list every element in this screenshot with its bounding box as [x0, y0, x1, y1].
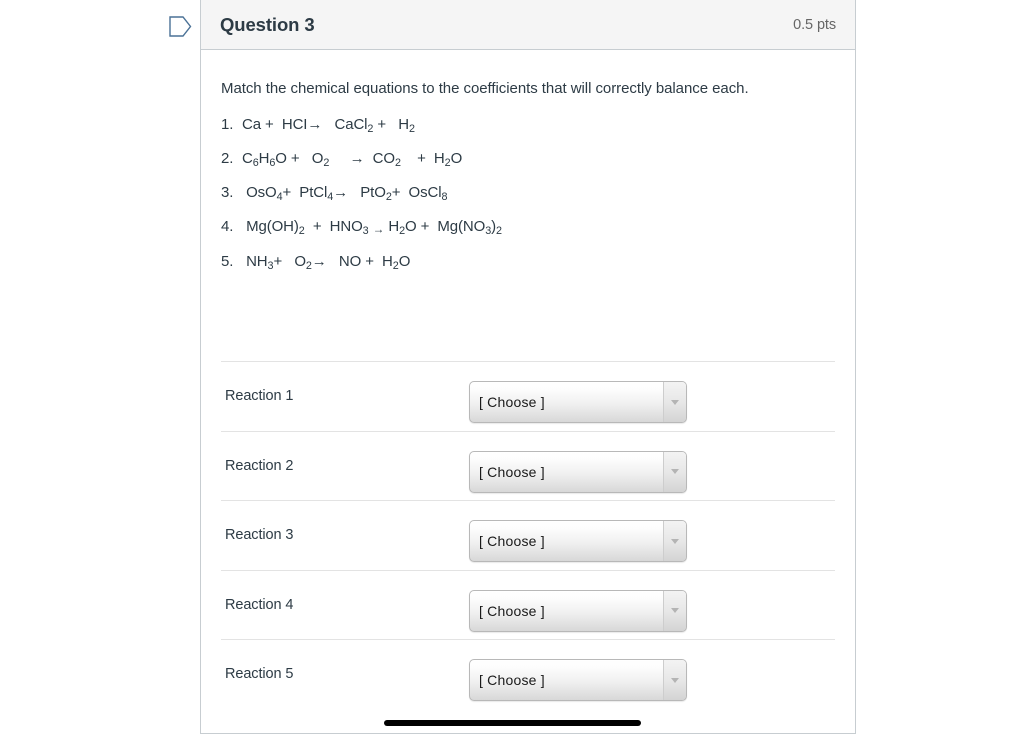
dropdown-selected-value: [ Choose ] [479, 463, 545, 480]
equation-item: 5. NH3+ O2→ NO + H2O [221, 244, 835, 278]
dropdown-selected-value: [ Choose ] [479, 394, 545, 411]
matching-row-label: Reaction 4 [225, 596, 294, 613]
equation-list: 1. Ca + HCI→ CaCl2 + H2 2. C6H6O + O2 → CO… [221, 107, 835, 278]
dropdown-selected-value: [ Choose ] [479, 533, 545, 550]
chevron-down-icon[interactable] [663, 521, 686, 562]
equation-item: 1. Ca + HCI→ CaCl2 + H2 [221, 107, 835, 141]
equation-item: 3. OsO4+ PtCl4→ PtO2+ OsCl8 [221, 175, 835, 209]
matching-row-label: Reaction 5 [225, 666, 294, 683]
equation-text: Ca + HCI→ CaCl2 + H2 [242, 116, 415, 136]
matching-select-wrapper: [ Choose ] [469, 450, 687, 493]
equation-item: 2. C6H6O + O2 → CO2 + H2O [221, 141, 835, 175]
equation-number: 2. [221, 150, 234, 167]
equation-item: 4. Mg(OH)2 + HNO3 → H2O + Mg(NO3)2 [221, 209, 835, 244]
matching-row-label: Reaction 3 [225, 527, 294, 544]
question-card: Question 3 0.5 pts Match the chemical eq… [200, 0, 856, 734]
reaction-3-dropdown[interactable]: [ Choose ] [469, 520, 687, 563]
chevron-down-icon[interactable] [663, 451, 686, 492]
question-body: Match the chemical equations to the coef… [201, 50, 855, 278]
matching-select-wrapper: [ Choose ] [469, 589, 687, 632]
reaction-2-dropdown[interactable]: [ Choose ] [469, 450, 687, 493]
page-title: Question 3 [220, 13, 315, 35]
matching-row: Reaction 3 [ Choose ] [221, 500, 835, 570]
matching-row: Reaction 1 [ Choose ] [221, 361, 835, 431]
question-tag-marker-icon [169, 16, 192, 37]
equation-number: 4. [221, 218, 234, 235]
question-header: Question 3 0.5 pts [201, 0, 855, 50]
chevron-down-icon[interactable] [663, 590, 686, 631]
question-points: 0.5 pts [793, 16, 836, 33]
question-prompt: Match the chemical equations to the coef… [221, 80, 749, 97]
equation-text: C6H6O + O2 → CO2 + H2O [242, 150, 463, 170]
chevron-down-icon[interactable] [663, 382, 686, 423]
matching-select-wrapper: [ Choose ] [469, 520, 687, 563]
equation-text: NH3+ O2→ NO + H2O [242, 253, 411, 273]
equation-text: Mg(OH)2 + HNO3 → H2O + Mg(NO3)2 [242, 218, 502, 238]
equation-number: 5. [221, 253, 234, 271]
matching-row: Reaction 4 [ Choose ] [221, 569, 835, 640]
matching-row: Reaction 2 [ Choose ] [221, 430, 835, 501]
matching-row-label: Reaction 1 [225, 388, 294, 405]
reaction-5-dropdown[interactable]: [ Choose ] [469, 659, 687, 702]
horizontal-scrollbar-thumb[interactable] [384, 720, 641, 726]
chevron-down-icon[interactable] [663, 660, 686, 701]
matching-rows: Reaction 1 [ Choose ] Reaction 2 [ Choos… [201, 361, 855, 709]
horizontal-scrollbar[interactable] [201, 716, 855, 730]
matching-select-wrapper: [ Choose ] [469, 381, 687, 424]
dropdown-selected-value: [ Choose ] [479, 602, 545, 619]
reaction-4-dropdown[interactable]: [ Choose ] [469, 589, 687, 632]
equation-number: 1. [221, 116, 234, 133]
matching-row: Reaction 5 [ Choose ] [221, 639, 835, 709]
equation-text: OsO4+ PtCl4→ PtO2+ OsCl8 [242, 184, 448, 204]
dropdown-selected-value: [ Choose ] [479, 672, 545, 689]
reaction-1-dropdown[interactable]: [ Choose ] [469, 381, 687, 424]
equation-number: 3. [221, 184, 234, 201]
matching-select-wrapper: [ Choose ] [469, 659, 687, 702]
matching-row-label: Reaction 2 [225, 457, 294, 474]
